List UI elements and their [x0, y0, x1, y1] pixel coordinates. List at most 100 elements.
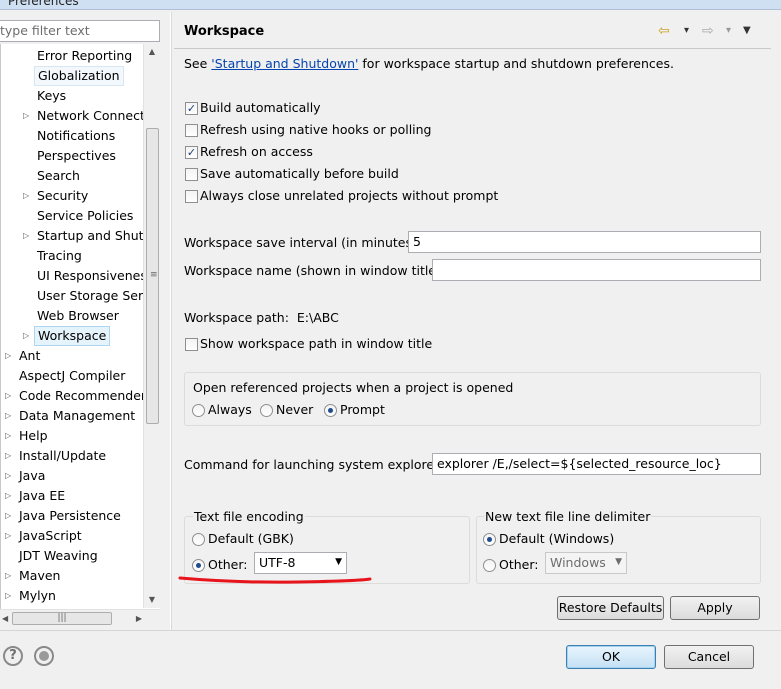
option-checkbox[interactable]: ✓ — [185, 102, 198, 115]
view-menu-icon[interactable]: ▼ — [743, 22, 751, 40]
tree-item[interactable]: ▷ Network Connectio — [1, 106, 144, 126]
tree-item[interactable]: ▷ JavaScript — [1, 526, 144, 546]
cancel-button[interactable]: Cancel — [664, 645, 754, 669]
preferences-import-icon[interactable] — [34, 646, 54, 666]
restore-defaults-button[interactable]: Restore Defaults — [557, 596, 664, 620]
apply-button[interactable]: Apply — [670, 596, 760, 620]
expand-arrow-icon[interactable]: ▷ — [5, 406, 15, 426]
option-checkbox[interactable] — [185, 168, 198, 181]
expand-arrow-icon[interactable]: ▷ — [5, 346, 15, 366]
workspace-path-value: E:\ABC — [296, 310, 339, 325]
tree-item[interactable]: ▷ Java — [1, 466, 144, 486]
prompt-radio[interactable] — [324, 404, 337, 417]
tree-item-label: Web Browser — [37, 308, 119, 323]
back-arrow-icon[interactable]: ⇦ — [658, 22, 670, 40]
forward-dropdown-icon[interactable]: ▾ — [726, 22, 731, 40]
tree-item[interactable]: Notifications — [1, 126, 144, 146]
option-checkbox[interactable]: ✓ — [185, 146, 198, 159]
delimiter-default-radio[interactable] — [483, 533, 496, 546]
expand-arrow-icon[interactable]: ▷ — [5, 386, 15, 406]
grip-icon: ≡ — [150, 270, 158, 280]
delimiter-default-label: Default (Windows) — [499, 531, 615, 546]
never-label: Never — [276, 402, 314, 417]
expand-arrow-icon[interactable]: ▷ — [5, 426, 15, 446]
forward-arrow-icon[interactable]: ⇨ — [702, 22, 714, 40]
tree-item[interactable]: ▷ Help — [1, 426, 144, 446]
tree-item-label: Java Persistence — [19, 508, 121, 523]
encoding-select[interactable]: UTF-8 ▼ — [254, 552, 347, 574]
pane-splitter[interactable] — [170, 12, 172, 630]
expand-arrow-icon[interactable]: ▷ — [5, 586, 15, 606]
expand-arrow-icon[interactable]: ▷ — [5, 506, 15, 526]
tree-item[interactable]: ▷ Code Recommenders — [1, 386, 144, 406]
tree-item[interactable]: ▷ Ant — [1, 346, 144, 366]
tree-item[interactable]: ▷ Install/Update — [1, 446, 144, 466]
workspace-name-label: Workspace name (shown in window title): — [184, 263, 446, 278]
tree-item[interactable]: ▷ Java EE — [1, 486, 144, 506]
scroll-right-arrow-icon[interactable]: ▶ — [136, 610, 142, 627]
encoding-other-radio[interactable] — [192, 559, 205, 572]
delimiter-other-radio[interactable] — [483, 559, 496, 572]
tree-item[interactable]: Search — [1, 166, 144, 186]
expand-arrow-icon[interactable]: ▷ — [5, 486, 15, 506]
option-checkbox[interactable] — [185, 190, 198, 203]
ok-button[interactable]: OK — [566, 645, 656, 669]
expand-arrow-icon[interactable]: ▷ — [23, 326, 33, 346]
tree-item[interactable]: ▷ Workspace — [1, 326, 144, 346]
tree-item[interactable]: AspectJ Compiler — [1, 366, 144, 386]
horizontal-scroll-thumb[interactable]: ||| — [12, 612, 112, 625]
option-checkbox-label: Refresh using native hooks or polling — [200, 122, 432, 137]
option-checkbox[interactable] — [185, 124, 198, 137]
tree-item[interactable]: User Storage Servi — [1, 286, 144, 306]
always-radio[interactable] — [192, 404, 205, 417]
scroll-left-arrow-icon[interactable]: ◀ — [2, 610, 8, 627]
tree-item[interactable]: Perspectives — [1, 146, 144, 166]
expand-arrow-icon[interactable]: ▷ — [5, 526, 15, 546]
tree-item[interactable]: Tracing — [1, 246, 144, 266]
tree-item[interactable]: ▷ Mylyn — [1, 586, 144, 606]
workspace-name-field[interactable] — [432, 259, 761, 281]
tree-item[interactable]: ▷ Java Persistence — [1, 506, 144, 526]
filter-input[interactable] — [0, 23, 158, 38]
encoding-default-radio[interactable] — [192, 533, 205, 546]
tree-vertical-scrollbar[interactable]: ▲ ≡ ▼ — [143, 44, 160, 608]
tree-item-label: JavaScript — [19, 528, 82, 543]
tree-item[interactable]: Keys — [1, 86, 144, 106]
preference-tree[interactable]: Error Reporting Globalization Keys ▷ Network… — [0, 44, 160, 609]
tree-item[interactable]: Service Policies — [1, 206, 144, 226]
expand-arrow-icon[interactable]: ▷ — [23, 186, 33, 206]
tree-item[interactable]: ▷ Data Management — [1, 406, 144, 426]
tree-item[interactable]: JDT Weaving — [1, 546, 144, 566]
encoding-label: Text file encoding — [193, 509, 305, 524]
show-path-checkbox[interactable] — [185, 338, 198, 351]
filter-field[interactable] — [0, 20, 160, 42]
delimiter-select-value: Windows — [550, 555, 606, 570]
tree-item[interactable]: ▷ Maven — [1, 566, 144, 586]
scroll-thumb[interactable]: ≡ — [146, 128, 159, 424]
title-separator — [174, 48, 771, 49]
tree-item[interactable]: ▷ Startup and Shutdo — [1, 226, 144, 246]
never-radio[interactable] — [260, 404, 273, 417]
help-icon[interactable]: ? — [3, 646, 23, 666]
workspace-path-label: Workspace path: — [184, 310, 289, 325]
tree-item[interactable]: UI Responsiveness — [1, 266, 144, 286]
tree-item[interactable]: Error Reporting — [1, 46, 144, 66]
expand-arrow-icon[interactable]: ▷ — [23, 226, 33, 246]
expand-arrow-icon[interactable]: ▷ — [5, 566, 15, 586]
scroll-up-arrow-icon[interactable]: ▲ — [144, 44, 160, 60]
scroll-down-arrow-icon[interactable]: ▼ — [144, 592, 160, 608]
expand-arrow-icon[interactable]: ▷ — [5, 446, 15, 466]
startup-shutdown-link[interactable]: 'Startup and Shutdown' — [211, 56, 358, 71]
open-referenced-label: Open referenced projects when a project … — [193, 380, 514, 395]
expand-arrow-icon[interactable]: ▷ — [5, 466, 15, 486]
back-dropdown-icon[interactable]: ▾ — [684, 22, 689, 40]
tree-item[interactable]: Globalization — [1, 66, 144, 86]
delimiter-select[interactable]: Windows ▼ — [545, 552, 627, 574]
tree-item-label: Error Reporting — [37, 48, 133, 63]
tree-item[interactable]: ▷ Security — [1, 186, 144, 206]
tree-item[interactable]: Web Browser — [1, 306, 144, 326]
save-interval-field[interactable]: 5 — [408, 231, 761, 253]
explorer-command-field[interactable]: explorer /E,/select=${selected_resource_… — [432, 453, 761, 475]
expand-arrow-icon[interactable]: ▷ — [23, 106, 33, 126]
tree-horizontal-scrollbar[interactable]: ◀ ||| ▶ — [0, 609, 160, 626]
